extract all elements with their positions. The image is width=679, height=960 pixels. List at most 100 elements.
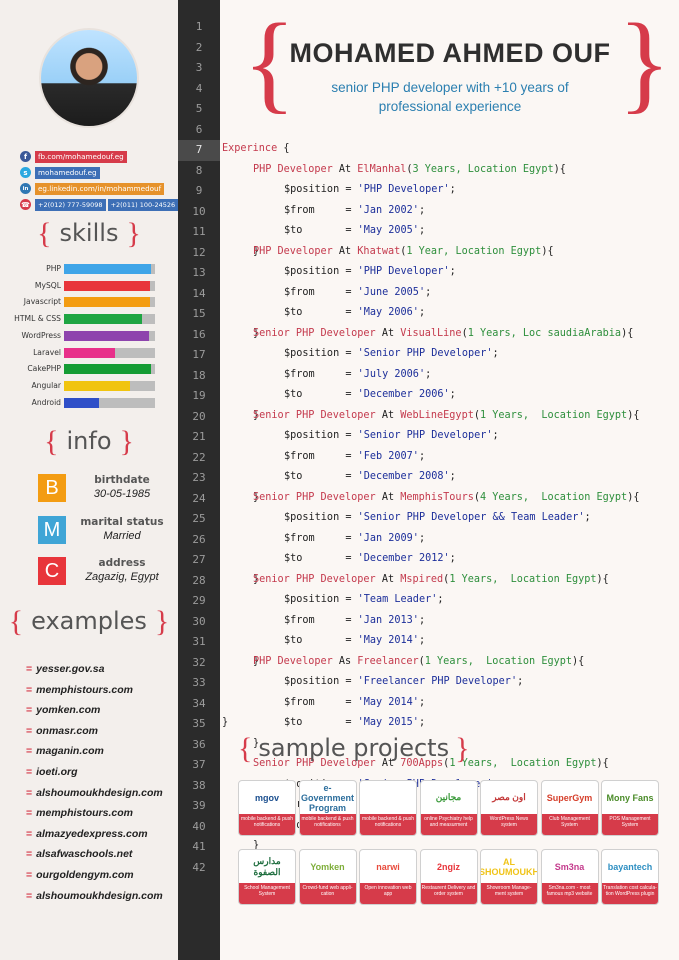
info-heading-text: info xyxy=(66,427,112,455)
project-card[interactable]: bayantech Translation cost calcula-tion W… xyxy=(601,849,659,905)
example-link[interactable]: = memphistours.com xyxy=(26,684,133,696)
code-line: $to = 'May 2015'; xyxy=(284,717,425,728)
project-logo: narwi xyxy=(376,861,400,872)
code-line: Senior PHP Developer At MemphisTours(4 Y… xyxy=(253,492,639,503)
line-number: 10 xyxy=(192,204,206,218)
job-keyword: At xyxy=(381,491,395,503)
example-link[interactable]: = memphistours.com xyxy=(26,807,133,819)
contact-skype[interactable]: s mohamedouf.eg xyxy=(20,166,100,179)
example-url[interactable]: alshoumoukhdesign.com xyxy=(36,890,163,902)
birthdate-badge: B xyxy=(38,474,66,502)
skill-row: WordPress xyxy=(0,330,178,342)
line-number: 42 xyxy=(192,860,206,874)
example-url[interactable]: memphistours.com xyxy=(36,807,133,819)
code-line: $to = 'December 2008'; xyxy=(284,471,456,482)
skill-name: HTML & CSS xyxy=(14,314,61,324)
code-line: Senior PHP Developer At VisualLine(1 Yea… xyxy=(253,328,633,339)
code-token: $position = xyxy=(284,676,358,687)
contact-linkedin[interactable]: in eg.linkedin.com/in/mohammedouf xyxy=(20,182,165,195)
skill-bar xyxy=(64,347,155,358)
example-url[interactable]: alshoumoukhdesign.com xyxy=(36,787,163,799)
bullet-dash: = xyxy=(26,848,33,861)
job-duration: 1 Year, Location Egypt xyxy=(406,245,542,257)
example-link[interactable]: = alshoumoukhdesign.com xyxy=(26,787,163,799)
line-number: 4 xyxy=(195,81,203,95)
example-url[interactable]: ourgoldengym.com xyxy=(36,869,133,881)
phone-number-2: +2(011) 100-24526 xyxy=(107,198,179,211)
code-token: ; xyxy=(449,266,456,277)
avatar xyxy=(41,30,137,126)
code-token: ){ xyxy=(627,491,640,503)
contact-text[interactable]: eg.linkedin.com/in/mohammedouf xyxy=(35,182,165,195)
code-token: $to = xyxy=(284,307,358,318)
bullet-dash: = xyxy=(26,827,33,840)
example-url[interactable]: alsafwaschools.net xyxy=(36,848,132,860)
project-card[interactable]: اون مصر WordPress News system xyxy=(480,780,538,836)
subtitle-line-2: professional experience xyxy=(378,99,522,114)
example-link[interactable]: = alsafwaschools.net xyxy=(26,848,132,860)
contact-facebook[interactable]: f fb.com/mohamedouf.eg xyxy=(20,150,127,163)
contact-text[interactable]: mohamedouf.eg xyxy=(35,166,100,179)
example-link[interactable]: = alshoumoukhdesign.com xyxy=(26,890,163,902)
example-url[interactable]: yesser.gov.sa xyxy=(36,663,104,675)
job-company: Freelancer xyxy=(357,655,419,667)
example-url[interactable]: yomken.com xyxy=(36,704,100,716)
project-logo: Yomken xyxy=(310,861,345,872)
line-number: 14 xyxy=(192,286,206,300)
line-number: 23 xyxy=(192,471,206,484)
linkedin-icon: in xyxy=(20,183,31,194)
code-token: ; xyxy=(449,389,456,400)
line-number: 33 xyxy=(192,676,206,689)
example-url[interactable]: ioeti.org xyxy=(36,766,77,778)
contact-text[interactable]: fb.com/mohamedouf.eg xyxy=(35,150,127,163)
project-card[interactable]: مدارس الصفوة School Management System xyxy=(238,849,296,905)
line-number: 30 xyxy=(192,614,206,628)
code-line: $position = 'Freelancer PHP Developer'; xyxy=(284,676,523,687)
project-card[interactable]: SuperGym Club Management System xyxy=(540,780,599,836)
code-token: $to = xyxy=(284,471,358,482)
example-link[interactable]: = maganin.com xyxy=(26,745,104,757)
code-token: $from = xyxy=(284,532,358,544)
line-number: 34 xyxy=(192,696,206,710)
info-value: 30-05-1985 xyxy=(93,488,151,500)
project-card[interactable]: Yomken Crowd-fund web appli-cation xyxy=(298,849,357,905)
job-duration: 1 Years, Location Egypt xyxy=(479,409,628,421)
project-logo: مجانين xyxy=(435,792,462,802)
example-link[interactable]: = ourgoldengym.com xyxy=(26,869,134,881)
project-card[interactable]: 2ngiz Restaurent Delivery and order syste… xyxy=(419,849,478,905)
project-card[interactable]: mobile backend & push notifications xyxy=(359,780,417,836)
example-link[interactable]: = almazyedexpress.com xyxy=(26,828,148,840)
skill-bar-fill xyxy=(64,314,143,325)
code-token: ; xyxy=(449,184,456,195)
project-card[interactable]: e-Government Program mobile backend & pus… xyxy=(298,780,357,836)
project-caption: School Management System xyxy=(239,883,295,904)
line-number: 40 xyxy=(192,819,206,833)
project-card[interactable]: AL SHOUMOUKH Showroom Manage-ment system xyxy=(480,849,538,905)
project-card[interactable]: مجانين online Psychiatry help and measurm… xyxy=(419,780,478,836)
project-caption: online Psychiatry help and measurment xyxy=(420,814,477,835)
project-card[interactable]: mgov mobile backend & push notifications xyxy=(238,780,296,836)
project-card[interactable]: Mony Fans POS Management System xyxy=(601,780,659,836)
code-line: $from = 'Jan 2009'; xyxy=(284,533,425,544)
example-link[interactable]: = ioeti.org xyxy=(26,766,78,778)
project-card[interactable]: Sm3na Sm3na.com - most famous mp3 website xyxy=(540,849,599,905)
job-position: 'Freelancer PHP Developer' xyxy=(357,676,518,687)
job-to: 'May 2014' xyxy=(357,635,419,646)
line-number: 3 xyxy=(195,61,203,74)
example-url[interactable]: memphistours.com xyxy=(36,684,133,696)
code-line: PHP Developer At Khatwat(1 Year, Locatio… xyxy=(253,246,554,257)
example-link[interactable]: = yesser.gov.sa xyxy=(26,663,104,675)
code-token: ; xyxy=(418,204,426,216)
code-line: $to = 'May 2005'; xyxy=(284,225,425,236)
project-card[interactable]: narwi Open innovation web app xyxy=(359,849,417,905)
code-token: $to = xyxy=(284,717,358,728)
info-value: Zagazig, Egypt xyxy=(85,571,159,583)
code-token: $from = xyxy=(284,368,358,380)
example-link[interactable]: = onmasr.com xyxy=(26,725,98,737)
job-from: 'Jan 2002' xyxy=(357,204,419,216)
example-url[interactable]: onmasr.com xyxy=(36,725,98,737)
example-url[interactable]: maganin.com xyxy=(36,745,104,757)
example-link[interactable]: = yomken.com xyxy=(26,704,100,716)
example-url[interactable]: almazyedexpress.com xyxy=(36,828,147,840)
skills-heading-text: skills xyxy=(59,219,119,247)
